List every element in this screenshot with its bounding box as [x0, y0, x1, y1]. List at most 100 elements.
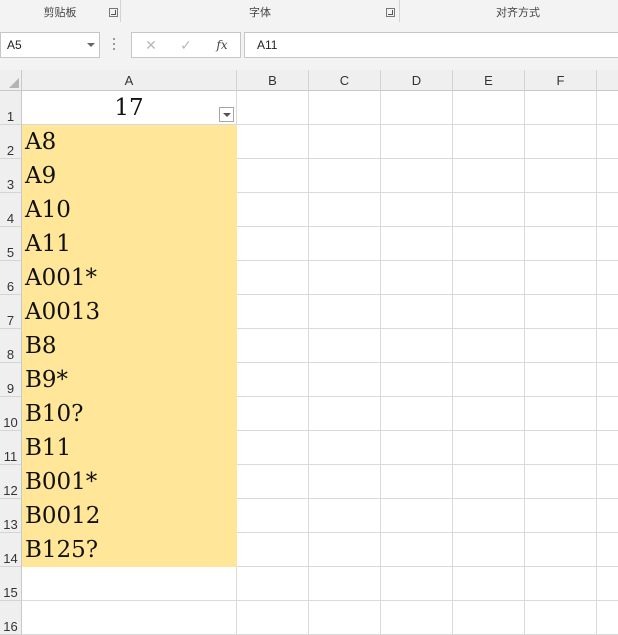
enter-icon[interactable]: ✓ — [173, 35, 199, 55]
cell-f7[interactable] — [525, 295, 597, 329]
cell-e10[interactable] — [453, 397, 525, 431]
cell-c14[interactable] — [309, 533, 381, 567]
cell-g11[interactable] — [597, 431, 618, 465]
cell-g15[interactable] — [597, 567, 618, 601]
cell-c1[interactable] — [309, 91, 381, 125]
cell-b5[interactable] — [237, 227, 309, 261]
cell-g16[interactable] — [597, 601, 618, 635]
row-header-11[interactable]: 11 — [0, 431, 22, 465]
cell-d14[interactable] — [381, 533, 453, 567]
cell-f10[interactable] — [525, 397, 597, 431]
cell-a10[interactable]: B10? — [22, 397, 237, 431]
cell-e3[interactable] — [453, 159, 525, 193]
cell-a8[interactable]: B8 — [22, 329, 237, 363]
filter-dropdown-icon[interactable] — [219, 107, 234, 122]
cell-b10[interactable] — [237, 397, 309, 431]
formula-bar-resize-handle[interactable] — [113, 38, 116, 52]
cell-e6[interactable] — [453, 261, 525, 295]
cell-a9[interactable]: B9* — [22, 363, 237, 397]
cell-g7[interactable] — [597, 295, 618, 329]
row-header-10[interactable]: 10 — [0, 397, 22, 431]
chevron-down-icon[interactable] — [87, 43, 95, 47]
cell-e13[interactable] — [453, 499, 525, 533]
cell-g6[interactable] — [597, 261, 618, 295]
cell-b15[interactable] — [237, 567, 309, 601]
insert-function-icon[interactable]: fx — [209, 35, 235, 55]
cell-d15[interactable] — [381, 567, 453, 601]
cell-f15[interactable] — [525, 567, 597, 601]
formula-input[interactable]: A11 — [244, 32, 618, 58]
dialog-launcher-icon[interactable] — [109, 8, 118, 17]
cell-g1[interactable] — [597, 91, 618, 125]
cell-a13[interactable]: B0012 — [22, 499, 237, 533]
cell-f1[interactable] — [525, 91, 597, 125]
cell-b7[interactable] — [237, 295, 309, 329]
cell-a16[interactable] — [22, 601, 237, 635]
cell-c3[interactable] — [309, 159, 381, 193]
column-header-c[interactable]: C — [309, 70, 381, 91]
cell-e7[interactable] — [453, 295, 525, 329]
select-all-button[interactable] — [0, 70, 22, 91]
cell-f12[interactable] — [525, 465, 597, 499]
cell-c6[interactable] — [309, 261, 381, 295]
cell-e2[interactable] — [453, 125, 525, 159]
cell-g13[interactable] — [597, 499, 618, 533]
cell-c9[interactable] — [309, 363, 381, 397]
cell-f9[interactable] — [525, 363, 597, 397]
cell-b1[interactable] — [237, 91, 309, 125]
cell-e16[interactable] — [453, 601, 525, 635]
cell-d12[interactable] — [381, 465, 453, 499]
cell-g9[interactable] — [597, 363, 618, 397]
cell-c2[interactable] — [309, 125, 381, 159]
cell-d11[interactable] — [381, 431, 453, 465]
cell-e8[interactable] — [453, 329, 525, 363]
cell-g8[interactable] — [597, 329, 618, 363]
cell-e1[interactable] — [453, 91, 525, 125]
row-header-15[interactable]: 15 — [0, 567, 22, 601]
cell-f16[interactable] — [525, 601, 597, 635]
cell-a3[interactable]: A9 — [22, 159, 237, 193]
cell-b6[interactable] — [237, 261, 309, 295]
cell-c10[interactable] — [309, 397, 381, 431]
cell-d4[interactable] — [381, 193, 453, 227]
column-header-a[interactable]: A — [22, 70, 237, 91]
row-header-3[interactable]: 3 — [0, 159, 22, 193]
cell-c11[interactable] — [309, 431, 381, 465]
cell-b11[interactable] — [237, 431, 309, 465]
cell-f4[interactable] — [525, 193, 597, 227]
cell-f14[interactable] — [525, 533, 597, 567]
cell-a5[interactable]: A11 — [22, 227, 237, 261]
column-header-d[interactable]: D — [381, 70, 453, 91]
row-header-9[interactable]: 9 — [0, 363, 22, 397]
cell-d1[interactable] — [381, 91, 453, 125]
column-header-f[interactable]: F — [525, 70, 597, 91]
cell-d3[interactable] — [381, 159, 453, 193]
cell-f11[interactable] — [525, 431, 597, 465]
cell-e4[interactable] — [453, 193, 525, 227]
cell-b16[interactable] — [237, 601, 309, 635]
row-header-8[interactable]: 8 — [0, 329, 22, 363]
row-header-1[interactable]: 1 — [0, 91, 22, 125]
cell-f8[interactable] — [525, 329, 597, 363]
cell-g10[interactable] — [597, 397, 618, 431]
dialog-launcher-icon[interactable] — [386, 8, 395, 17]
name-box[interactable]: A5 — [0, 32, 100, 58]
cell-f5[interactable] — [525, 227, 597, 261]
cell-e5[interactable] — [453, 227, 525, 261]
cell-d6[interactable] — [381, 261, 453, 295]
cell-a4[interactable]: A10 — [22, 193, 237, 227]
cell-f3[interactable] — [525, 159, 597, 193]
cell-g5[interactable] — [597, 227, 618, 261]
cell-c8[interactable] — [309, 329, 381, 363]
cell-e12[interactable] — [453, 465, 525, 499]
row-header-14[interactable]: 14 — [0, 533, 22, 567]
cell-a14[interactable]: B125? — [22, 533, 237, 567]
cancel-icon[interactable]: ✕ — [138, 35, 164, 55]
cell-g3[interactable] — [597, 159, 618, 193]
cell-d13[interactable] — [381, 499, 453, 533]
cell-g14[interactable] — [597, 533, 618, 567]
cell-a12[interactable]: B001* — [22, 465, 237, 499]
cell-a7[interactable]: A0013 — [22, 295, 237, 329]
cell-e14[interactable] — [453, 533, 525, 567]
cell-d10[interactable] — [381, 397, 453, 431]
